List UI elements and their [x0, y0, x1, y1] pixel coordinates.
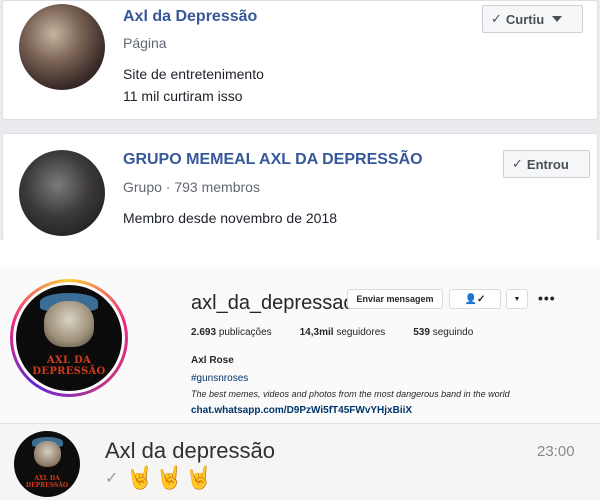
rock-hand-emoji: 🤘	[126, 465, 154, 490]
skull-shape	[44, 301, 94, 347]
liked-button-label: Curtiu	[505, 11, 545, 27]
chat-avatar[interactable]: AXL DA DEPRESSÃO	[14, 431, 80, 497]
profile-bio: The best memes, videos and photos from t…	[191, 389, 510, 399]
profile-hashtag[interactable]: #gunsnroses	[191, 373, 248, 384]
profile-name: Axl Rose	[191, 355, 234, 366]
check-icon: ✓	[512, 156, 523, 171]
rock-hand-emoji: 🤘	[155, 465, 184, 490]
rock-hand-emoji: 🤘	[185, 465, 213, 490]
chat-time: 23:00	[537, 443, 575, 460]
check-icon: ✓	[105, 470, 119, 487]
instagram-profile: AXL DA DEPRESSÃO axl_da_depressao Enviar…	[0, 265, 600, 423]
facebook-results: Axl da Depressão Página Site de entreten…	[0, 0, 600, 240]
posts-stat[interactable]: 2.693 publicações	[191, 327, 272, 338]
send-message-button[interactable]: Enviar mensagem	[347, 289, 443, 309]
profile-avatar[interactable]: AXL DA DEPRESSÃO	[16, 285, 122, 391]
last-message: ✓ 🤘 🤘 🤘	[105, 467, 213, 489]
profile-stats: 2.693 publicações 14,3mil seguidores 539…	[191, 327, 501, 338]
member-since: Membro desde novembro de 2018	[123, 210, 338, 226]
joined-button[interactable]: ✓ Entrou	[503, 150, 590, 178]
liked-button[interactable]: ✓ Curtiu	[482, 5, 583, 33]
following-button[interactable]: 👤✓	[449, 289, 501, 309]
avatar-logo-text: AXL DA DEPRESSÃO	[25, 475, 69, 489]
profile-link[interactable]: chat.whatsapp.com/D9PzWi5fT45FWvYHjxBiiX	[191, 405, 412, 416]
skull-shape	[34, 441, 61, 467]
facebook-group-card[interactable]: GRUPO MEMEAL AXL DA DEPRESSÃO Grupo · 79…	[2, 133, 598, 240]
suggestions-dropdown[interactable]: ▼	[506, 289, 528, 309]
joined-button-label: Entrou	[526, 156, 569, 172]
chat-name: Axl da depressão	[105, 438, 275, 463]
whatsapp-chat-row[interactable]: AXL DA DEPRESSÃO Axl da depressão 23:00 …	[0, 423, 600, 500]
page-type: Página	[123, 35, 167, 51]
chevron-down-icon	[552, 16, 563, 22]
group-avatar[interactable]	[19, 150, 105, 236]
followers-stat[interactable]: 14,3mil seguidores	[300, 327, 386, 338]
group-members: Grupo · 793 membros	[123, 179, 260, 195]
story-ring[interactable]: AXL DA DEPRESSÃO	[10, 279, 128, 397]
page-title[interactable]: Axl da Depressão	[123, 8, 257, 26]
person-check-icon: 👤✓	[464, 293, 486, 305]
chevron-down-icon: ▼	[513, 295, 521, 303]
avatar-logo-text: AXL DA DEPRESSÃO	[32, 355, 106, 377]
page-avatar[interactable]	[19, 4, 105, 90]
ellipsis-icon[interactable]: •••	[538, 290, 556, 306]
page-likes: 11 mil curtiram isso	[123, 88, 243, 104]
following-stat[interactable]: 539 seguindo	[413, 327, 473, 338]
check-icon: ✓	[491, 11, 502, 26]
facebook-page-card[interactable]: Axl da Depressão Página Site de entreten…	[2, 0, 598, 120]
page-category: Site de entretenimento	[123, 66, 264, 82]
group-title[interactable]: GRUPO MEMEAL AXL DA DEPRESSÃO	[123, 151, 423, 169]
profile-username: axl_da_depressao	[191, 292, 355, 314]
